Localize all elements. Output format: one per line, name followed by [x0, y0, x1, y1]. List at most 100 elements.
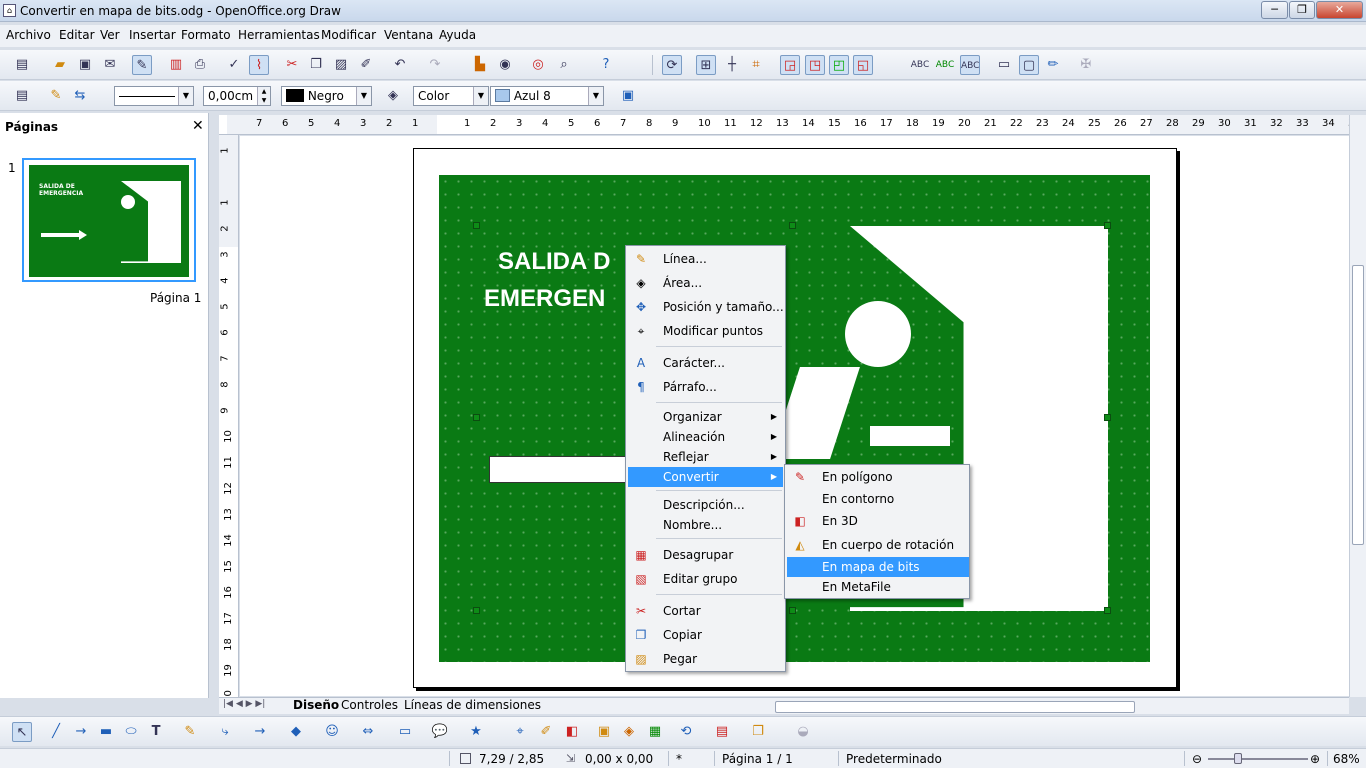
open-folder-icon[interactable]: ▰ — [50, 55, 70, 75]
cut-toolbar-icon[interactable]: ✂ — [282, 55, 302, 75]
scrollbar-thumb[interactable] — [1352, 265, 1364, 545]
line-tool-icon[interactable]: ╱ — [46, 722, 66, 742]
menu-editar[interactable]: Editar — [59, 28, 95, 42]
area-style-icon[interactable]: ◈ — [383, 86, 403, 106]
close-icon[interactable]: ✕ — [192, 118, 204, 134]
close-window-button[interactable]: ✕ — [1316, 1, 1363, 19]
undo-icon[interactable]: ↶ — [390, 55, 410, 75]
line-color-select[interactable]: Negro ▼ — [281, 86, 372, 106]
submenu-item-metafile[interactable]: En MetaFile — [787, 577, 967, 597]
block-arrows-icon[interactable]: ⇔ — [358, 722, 378, 742]
selection-handle[interactable] — [473, 607, 480, 614]
curve-icon[interactable]: ✎ — [180, 722, 200, 742]
menu-item-convertir[interactable]: Convertir ▶ — [628, 467, 783, 487]
menu-item-parrafo[interactable]: ¶ Párrafo... — [628, 377, 717, 397]
line-style-select[interactable]: ▼ — [114, 86, 194, 106]
zoom-icon[interactable]: ⌕ — [554, 55, 574, 75]
arrange-icon[interactable]: ❐ — [748, 722, 768, 742]
print-icon[interactable]: ⎙ — [190, 55, 210, 75]
zoom-slider[interactable] — [1208, 758, 1308, 760]
menu-item-posicion[interactable]: ✥ Posición y tamaño... — [628, 297, 784, 317]
submenu-item-rotacion-3d[interactable]: ◭En cuerpo de rotación 3D — [787, 535, 967, 572]
menu-herramientas[interactable]: Herramientas — [238, 28, 320, 42]
submenu-item-3d[interactable]: ◧ En 3D — [787, 511, 967, 531]
submenu-item-contorno[interactable]: En contorno — [787, 489, 967, 509]
menu-item-descripcion[interactable]: Descripción... — [628, 495, 745, 515]
text-abc-icon[interactable]: ABC — [910, 55, 930, 75]
symbol-shapes-icon[interactable]: ☺ — [322, 722, 342, 742]
select-arrow-icon[interactable]: ↖ — [12, 722, 32, 742]
snap-frame-icon[interactable]: ◲ — [780, 55, 800, 75]
email-icon[interactable]: ✉ — [100, 55, 120, 75]
zoom-slider-handle[interactable] — [1234, 753, 1242, 764]
arrow-line-icon[interactable]: → — [71, 722, 91, 742]
brush-icon[interactable]: ✏ — [1043, 55, 1063, 75]
connector-icon[interactable]: ⤷ — [215, 722, 235, 742]
zoom-out-icon[interactable]: ⊖ — [1192, 752, 1202, 766]
gallery-icon[interactable]: ◉ — [495, 55, 515, 75]
page-thumbnail[interactable]: SALIDA DE EMERGENCIA — [22, 158, 196, 282]
submenu-item-poligono[interactable]: ✎ En polígono — [787, 467, 967, 487]
maximize-button[interactable]: ❐ — [1289, 1, 1315, 19]
tab-lineas-dimensiones[interactable]: Líneas de dimensiones — [404, 698, 541, 712]
fill-type-select[interactable]: Color ▼ — [413, 86, 489, 106]
export-pdf-icon[interactable]: ▥ — [166, 55, 186, 75]
menu-insertar[interactable]: Insertar — [129, 28, 176, 42]
styles-icon[interactable]: ▤ — [12, 86, 32, 106]
paste-toolbar-icon[interactable]: ▨ — [331, 55, 351, 75]
selection-handle[interactable] — [473, 222, 480, 229]
menu-item-caracter[interactable]: A Carácter... — [628, 353, 725, 373]
minimize-button[interactable]: ─ — [1261, 1, 1288, 19]
edit-file-icon[interactable]: ✎ — [132, 55, 152, 75]
selection-handle[interactable] — [1104, 222, 1111, 229]
vertical-ruler[interactable]: 1 1 2 3 4 5 6 7 8 9 10 11 12 13 14 15 16 17 18 19 20 — [219, 135, 239, 697]
arrow-style-icon[interactable]: ⇆ — [70, 86, 90, 106]
grid-icon[interactable]: ⊞ — [696, 55, 716, 75]
fill-color-select[interactable]: Azul 8 ▼ — [490, 86, 604, 106]
tab-diseno[interactable]: Diseño — [293, 698, 339, 712]
extrusion-toggle-icon[interactable]: ◒ — [793, 722, 813, 742]
menu-item-desagrupar[interactable]: ▦ Desagrupar — [628, 545, 733, 565]
navigator-icon[interactable]: ◎ — [528, 55, 548, 75]
rotate-icon[interactable]: ⟲ — [676, 722, 696, 742]
horizontal-scrollbar-thumb[interactable] — [775, 701, 1135, 713]
snap-icon[interactable]: ⌗ — [746, 55, 766, 75]
selection-handle[interactable] — [1104, 414, 1111, 421]
spellcheck-icon[interactable]: ✓ — [224, 55, 244, 75]
menu-item-reflejar[interactable]: Reflejar ▶ — [628, 447, 783, 467]
text-abc-select-icon[interactable]: ABC — [960, 55, 980, 75]
menu-formato[interactable]: Formato — [181, 28, 231, 42]
rotate-mode-icon[interactable]: ⟳ — [662, 55, 682, 75]
menu-item-copiar[interactable]: ❐ Copiar — [628, 625, 702, 645]
rectangle-icon[interactable]: ▬ — [96, 722, 116, 742]
menu-item-nombre[interactable]: Nombre... — [628, 515, 722, 535]
basic-shapes-icon[interactable]: ◆ — [286, 722, 306, 742]
menu-ayuda[interactable]: Ayuda — [439, 28, 476, 42]
line-width-stepper[interactable]: 0,00cm ▲ ▼ — [203, 86, 271, 106]
text-tool-icon[interactable]: T — [146, 722, 166, 742]
line-style-icon[interactable]: ✎ — [46, 86, 66, 106]
menu-item-organizar[interactable]: Organizar ▶ — [628, 407, 783, 427]
copy-toolbar-icon[interactable]: ❐ — [306, 55, 326, 75]
menu-item-editar-grupo[interactable]: ▧ Editar grupo — [628, 569, 737, 589]
text-abc-green-icon[interactable]: ABC — [935, 55, 955, 75]
horizontal-ruler[interactable]: 7 6 5 4 3 2 1 1 2 3 4 5 6 7 8 9 10 11 12 13 14 15 16 17 18 19 20 21… — [219, 115, 1349, 135]
menu-ver[interactable]: Ver — [100, 28, 120, 42]
helplines-icon[interactable]: ┼ — [722, 55, 742, 75]
menu-item-alineacion[interactable]: Alineación ▶ — [628, 427, 783, 447]
menu-item-pegar[interactable]: ▨ Pegar — [628, 649, 697, 669]
ellipse-icon[interactable]: ⬭ — [121, 722, 141, 742]
new-document-icon[interactable]: ▤ — [12, 55, 32, 75]
snap-object-icon[interactable]: ◱ — [853, 55, 873, 75]
flowchart-icon[interactable]: ▭ — [395, 722, 415, 742]
extrusion-icon[interactable]: ▭ — [994, 55, 1014, 75]
save-icon[interactable]: ▣ — [75, 55, 95, 75]
snap-points-icon[interactable]: ◳ — [805, 55, 825, 75]
snap-border-icon[interactable]: ◰ — [829, 55, 849, 75]
menu-ventana[interactable]: Ventana — [384, 28, 433, 42]
vertical-scrollbar[interactable] — [1349, 115, 1366, 697]
align-icon[interactable]: ▤ — [712, 722, 732, 742]
fontwork-icon[interactable]: ◈ — [619, 722, 639, 742]
glue-icon[interactable]: ✠ — [1076, 55, 1096, 75]
menu-item-cortar[interactable]: ✂ Cortar — [628, 601, 701, 621]
